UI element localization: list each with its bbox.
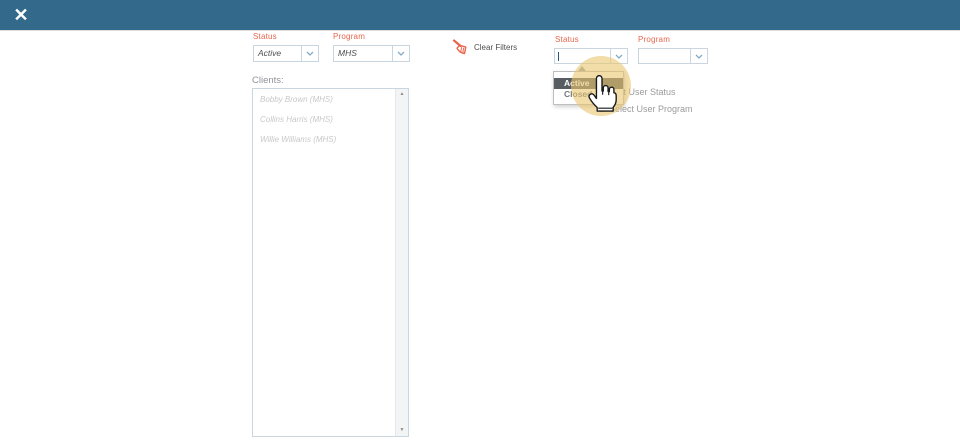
cursor-hand-icon: [588, 75, 617, 112]
clients-listbox[interactable]: Bobby Brown (MHS) Collins Harris (MHS) W…: [252, 88, 409, 437]
program-select-left-value: MHS: [338, 48, 357, 58]
chevron-down-icon: [306, 51, 314, 56]
chevron-down-icon: [695, 54, 703, 59]
program-label-left: Program: [333, 32, 366, 41]
close-button[interactable]: ✕: [8, 2, 34, 28]
status-select-left-value: Active: [258, 48, 282, 58]
clear-filter-broom-icon: [452, 39, 467, 55]
list-item[interactable]: Bobby Brown (MHS): [253, 93, 408, 113]
clear-filters-label: Clear Filters: [474, 42, 518, 52]
chevron-down-icon: [615, 54, 623, 59]
clients-label: Clients:: [252, 75, 284, 86]
close-icon: ✕: [13, 5, 29, 25]
status-select-left[interactable]: Active: [253, 45, 319, 62]
status-label-right: Status: [555, 35, 579, 44]
text-caret: [558, 52, 559, 61]
program-select-left-button[interactable]: [392, 46, 409, 61]
scroll-up-icon[interactable]: ▲: [400, 92, 405, 97]
modal-screen: ✕ Status Active Program MHS Clear Filter…: [0, 0, 960, 442]
program-select-right[interactable]: [638, 48, 708, 64]
program-label-right: Program: [638, 35, 671, 44]
status-select-left-button[interactable]: [301, 46, 318, 61]
scroll-down-icon[interactable]: ▼: [400, 428, 405, 433]
scrollbar[interactable]: ▲ ▼: [395, 89, 408, 436]
header-bar: ✕: [0, 0, 960, 31]
list-item[interactable]: Collins Harris (MHS): [253, 113, 408, 133]
program-select-right-value: [639, 49, 690, 63]
chevron-down-icon: [397, 51, 405, 56]
clear-filters-button[interactable]: Clear Filters: [452, 39, 517, 55]
status-label-left: Status: [253, 32, 277, 41]
list-item[interactable]: Willie Williams (MHS): [253, 133, 408, 153]
program-select-right-button[interactable]: [690, 49, 707, 63]
program-select-left[interactable]: MHS: [333, 45, 410, 62]
